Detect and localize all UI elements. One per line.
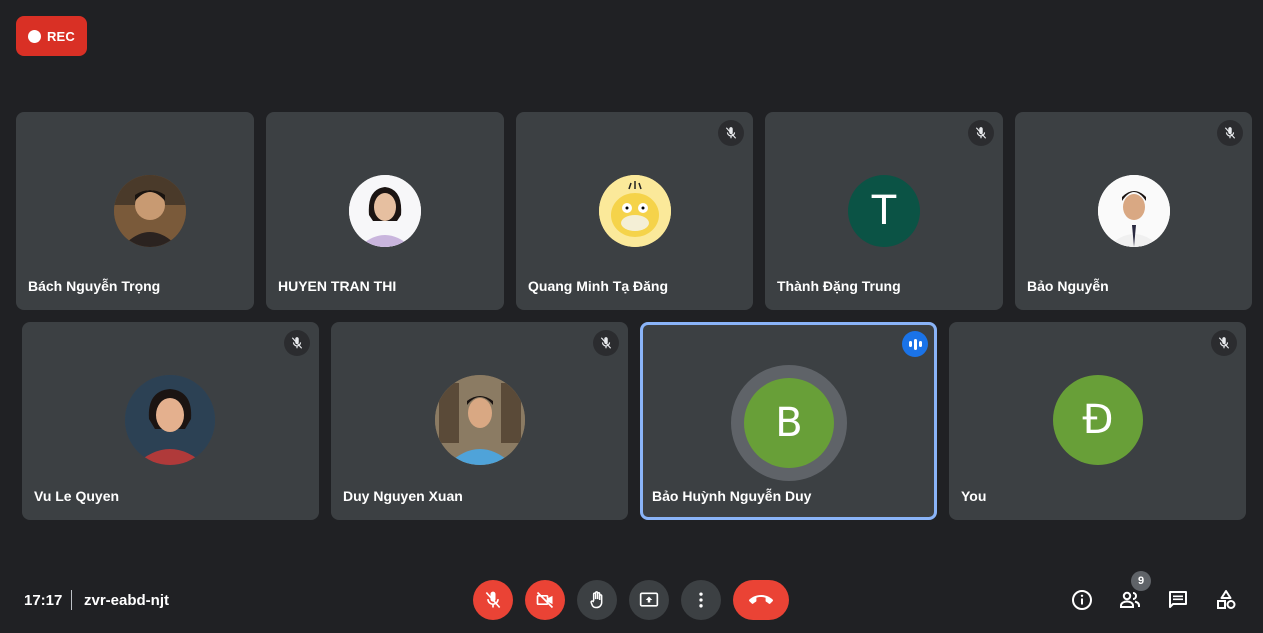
participant-avatar: T <box>848 175 920 247</box>
raise-hand-button[interactable] <box>577 580 617 620</box>
avatar-letter: B <box>775 400 803 446</box>
participant-name: Bảo Huỳnh Nguyễn Duy <box>652 488 812 504</box>
mic-off-icon <box>485 591 501 609</box>
more-options-icon <box>699 592 703 608</box>
chat-button[interactable] <box>1160 582 1196 618</box>
mic-off-icon <box>1217 120 1243 146</box>
mic-off-icon <box>968 120 994 146</box>
recording-label: REC <box>46 28 76 44</box>
participant-tile[interactable]: Duy Nguyen Xuan <box>331 322 628 520</box>
person-photo-icon <box>1098 175 1170 247</box>
participant-avatar <box>599 175 671 247</box>
participant-name: HUYEN TRAN THI <box>278 278 397 294</box>
participant-name: Quang Minh Tạ Đăng <box>528 278 668 294</box>
people-count-badge: 9 <box>1131 571 1151 591</box>
participant-tile[interactable]: HUYEN TRAN THI <box>266 112 504 310</box>
mic-off-icon <box>1211 330 1237 356</box>
participant-avatar <box>349 175 421 247</box>
participant-tile[interactable]: Bảo Nguyễn <box>1015 112 1252 310</box>
recording-badge: REC <box>16 16 87 56</box>
participant-tile[interactable]: Đ You <box>949 322 1246 520</box>
participant-avatar <box>125 375 215 465</box>
participant-name: Bách Nguyễn Trọng <box>28 278 161 294</box>
mic-off-icon <box>718 120 744 146</box>
participant-avatar <box>435 375 525 465</box>
more-options-button[interactable] <box>681 580 721 620</box>
present-screen-icon <box>639 592 659 607</box>
end-call-button[interactable] <box>733 580 789 620</box>
speaking-indicator-icon <box>902 331 928 357</box>
activities-button[interactable] <box>1208 582 1244 618</box>
camera-off-icon <box>536 591 554 609</box>
person-photo-icon <box>349 175 421 247</box>
participant-tile-active-speaker[interactable]: B Bảo Huỳnh Nguyễn Duy <box>640 322 937 520</box>
person-photo-icon <box>114 175 186 247</box>
participant-name: Duy Nguyen Xuan <box>343 488 463 504</box>
avatar-letter: Đ <box>1082 397 1114 443</box>
participant-tile[interactable]: Bách Nguyễn Trọng <box>16 112 254 310</box>
participant-tile[interactable]: Vu Le Quyen <box>22 322 319 520</box>
present-screen-button[interactable] <box>629 580 669 620</box>
activities-icon <box>1217 590 1236 609</box>
raise-hand-icon <box>590 591 603 609</box>
participant-name: You <box>961 488 987 504</box>
camera-toggle-button[interactable] <box>525 580 565 620</box>
meeting-code: zvr-eabd-njt <box>84 592 170 609</box>
participant-name: Vu Le Quyen <box>34 488 120 504</box>
participant-tile[interactable]: T Thành Đặng Trung <box>765 112 1003 310</box>
person-photo-icon <box>435 375 525 465</box>
end-call-icon <box>749 595 773 604</box>
participant-avatar <box>114 175 186 247</box>
participant-avatar <box>1098 175 1170 247</box>
mic-off-icon <box>593 330 619 356</box>
recording-dot-icon <box>27 29 41 43</box>
participant-avatar: B <box>744 378 834 468</box>
person-photo-icon <box>125 375 215 465</box>
bottom-toolbar: 17:17 zvr-eabd-njt <box>0 570 1263 630</box>
meeting-details-button[interactable] <box>1064 582 1100 618</box>
divider <box>71 590 72 610</box>
participant-name: Bảo Nguyễn <box>1027 278 1109 294</box>
participant-tile[interactable]: Quang Minh Tạ Đăng <box>516 112 753 310</box>
mic-toggle-button[interactable] <box>473 580 513 620</box>
psyduck-avatar-icon <box>599 175 671 247</box>
meeting-time: 17:17 <box>24 592 63 609</box>
avatar-letter: T <box>871 188 897 234</box>
chat-icon <box>1169 591 1187 608</box>
participant-avatar: Đ <box>1053 375 1143 465</box>
people-icon <box>1120 591 1140 608</box>
info-icon <box>1072 590 1092 610</box>
participant-name: Thành Đặng Trung <box>777 278 901 294</box>
mic-off-icon <box>284 330 310 356</box>
